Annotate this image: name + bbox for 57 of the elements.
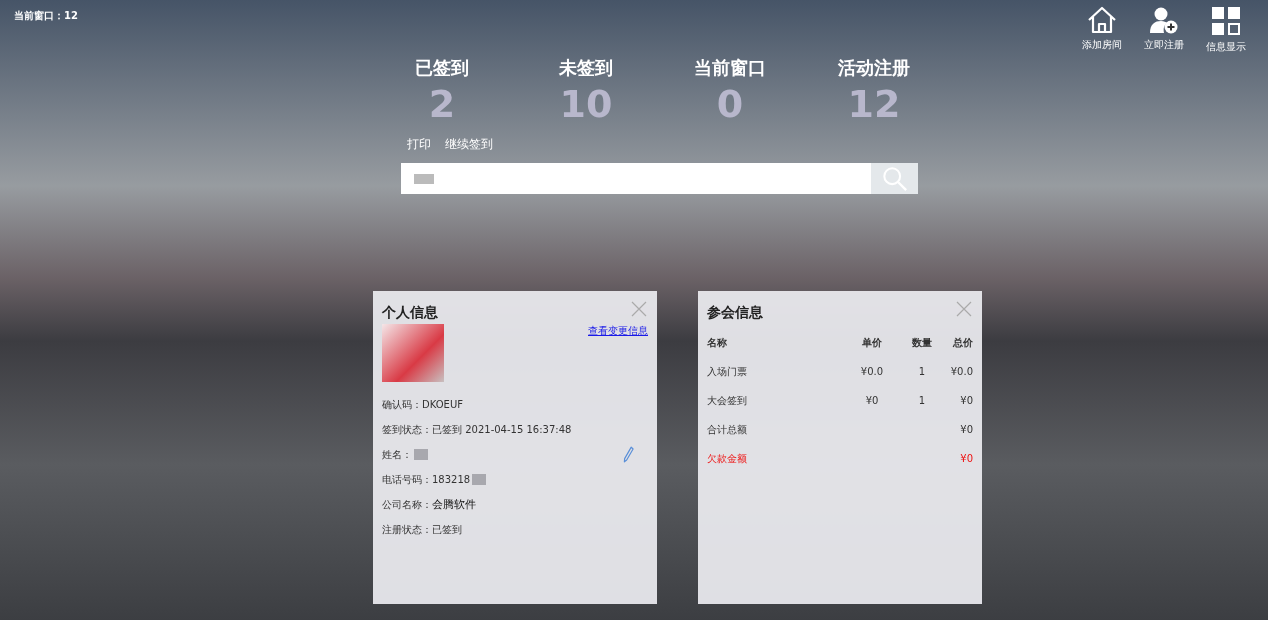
- field-value: 已签到 2021-04-15 16:37:48: [432, 422, 572, 437]
- table-cell: 1: [918, 366, 926, 377]
- stat-label: 活动注册: [838, 56, 910, 80]
- stat-value: 2: [428, 81, 456, 128]
- field-label: 姓名：: [382, 447, 412, 462]
- redacted-text: [414, 173, 434, 184]
- table-cell: ¥0: [960, 453, 973, 464]
- close-icon[interactable]: [956, 301, 972, 317]
- stat-value: 12: [847, 81, 901, 128]
- search-icon: [881, 165, 908, 192]
- table-cell: ¥0: [960, 424, 973, 435]
- action-link[interactable]: 继续签到: [445, 136, 493, 153]
- field-label: 注册状态：: [382, 522, 432, 537]
- pencil-icon[interactable]: [623, 446, 634, 463]
- search-button[interactable]: [871, 163, 918, 194]
- field-value: DKOEUF: [422, 399, 463, 410]
- redacted-text: [414, 449, 428, 460]
- action-link[interactable]: 打印: [407, 136, 431, 153]
- grid-icon: [1211, 6, 1241, 36]
- house-icon: [1087, 6, 1117, 34]
- stat-value: 0: [716, 81, 744, 128]
- stat-value: 10: [559, 81, 613, 128]
- column-header: 数量: [911, 335, 933, 350]
- table-cell: ¥0: [960, 395, 973, 406]
- column-header: 单价: [861, 335, 883, 350]
- field-label: 电话号码：: [382, 472, 432, 487]
- field-label: 签到状态：: [382, 422, 432, 437]
- field-value: 已签到: [432, 522, 462, 537]
- panel-title: 个人信息: [382, 304, 438, 322]
- field-value: 会腾软件: [432, 497, 476, 512]
- toolbar-button[interactable]: 立即注册: [1136, 6, 1192, 54]
- redacted-text: [472, 474, 487, 485]
- table-cell-text: 合计总额: [707, 422, 748, 437]
- field-label: 确认码：: [382, 397, 422, 412]
- table-cell: ¥0: [865, 395, 879, 406]
- field-label: 公司名称：: [382, 497, 432, 512]
- stat-label: 已签到: [415, 56, 469, 80]
- table-cell-text: 大会签到: [707, 393, 748, 408]
- current-window-count: 当前窗口：12: [14, 9, 78, 23]
- table-cell-text: 入场门票: [707, 364, 748, 379]
- field-value: 183218: [432, 474, 471, 485]
- column-header: 总价: [951, 335, 973, 350]
- stat-label: 当前窗口: [694, 56, 766, 80]
- table-cell: ¥0.0: [860, 366, 884, 377]
- photo-placeholder: [382, 324, 444, 382]
- toolbar-button[interactable]: 添加房间: [1074, 6, 1130, 54]
- table-cell: 1: [918, 395, 926, 406]
- change-info-link[interactable]: 查看变更信息: [588, 324, 648, 338]
- column-header: 名称: [707, 335, 728, 350]
- stat-label: 未签到: [559, 56, 613, 80]
- close-icon[interactable]: [631, 301, 647, 317]
- table-cell-text: 欠款金额: [707, 451, 748, 466]
- toolbar-button[interactable]: 信息显示: [1198, 6, 1254, 54]
- search-field[interactable]: [401, 163, 871, 194]
- user-add-icon: [1149, 6, 1179, 34]
- table-cell: ¥0.0: [950, 366, 973, 377]
- panel-title: 参会信息: [707, 304, 763, 322]
